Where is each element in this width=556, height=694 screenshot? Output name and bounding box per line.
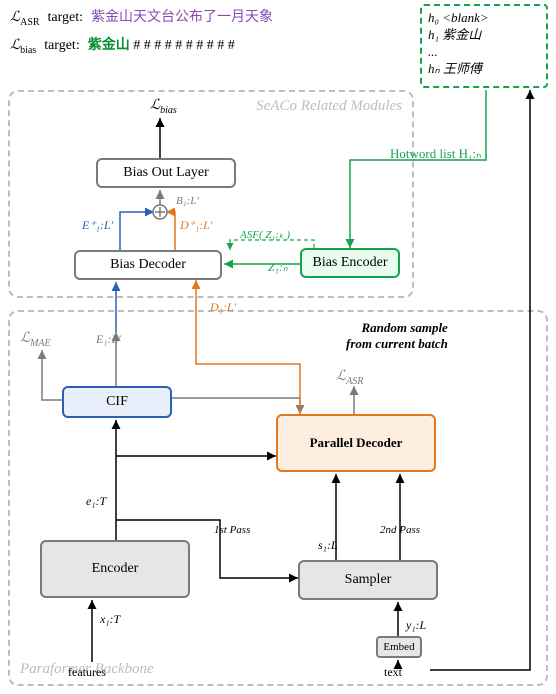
encoder-block: Encoder bbox=[40, 540, 190, 598]
l-asr-label: ℒASR bbox=[336, 368, 363, 387]
hotword-dots: ... bbox=[428, 44, 540, 61]
bias-loss-label: ℒbias bbox=[10, 37, 36, 56]
b1l-edge-label: B₁:L′ bbox=[176, 195, 199, 207]
sampler-block: Sampler bbox=[298, 560, 438, 600]
e1t-edge-label: e₁:T bbox=[86, 494, 106, 509]
parallel-decoder-block: Parallel Decoder bbox=[276, 414, 436, 472]
features-input-label: features bbox=[68, 665, 106, 680]
random-sample-label: Random sample from current batch bbox=[346, 320, 448, 352]
dplus-edge-label: D⁺₁:L′ bbox=[180, 218, 212, 233]
first-pass-label: 1st Pass bbox=[214, 524, 250, 536]
bias-out-layer-block: Bias Out Layer bbox=[96, 158, 236, 188]
cif-block: CIF bbox=[62, 386, 172, 418]
bias-encoder-block: Bias Encoder bbox=[300, 248, 400, 278]
bias-target-row: ℒbias target: 紫金山 # # # # # # # # # # bbox=[10, 34, 273, 56]
e1l-edge-label: E₁:L′ bbox=[96, 332, 121, 347]
second-pass-label: 2nd Pass bbox=[380, 524, 420, 536]
hotword-list-label: Hotword list H₁:ₙ bbox=[390, 146, 481, 162]
z1n-edge-label: Z₁:ₙ bbox=[268, 260, 288, 275]
text-input-label: text bbox=[384, 665, 402, 680]
hotword-list-box: h₀ <blank> h₁ 紫金山 ... hₙ 王师傅 bbox=[420, 4, 548, 88]
bias-target-text: 紫金山 # # # # # # # # # # bbox=[88, 34, 235, 54]
d1l-edge-label: D₁:L′ bbox=[210, 300, 236, 315]
asr-target-text: 紫金山天文台公布了一月天象 bbox=[91, 6, 273, 26]
seaco-region-label: SeACo Related Modules bbox=[256, 98, 402, 115]
eplus-edge-label: E⁺₁:L′ bbox=[82, 218, 113, 233]
asr-target-word: target: bbox=[48, 10, 84, 26]
x1t-edge-label: x₁:T bbox=[100, 612, 120, 627]
hotword-hn: hₙ 王师傅 bbox=[428, 61, 540, 78]
hotword-h0: h₀ <blank> bbox=[428, 10, 540, 27]
asr-target-row: ℒASR target: 紫金山天文台公布了一月天象 bbox=[10, 6, 273, 28]
asf-edge-label: ASF( Z₁:ₖ ) bbox=[240, 228, 290, 241]
targets-section: ℒASR target: 紫金山天文台公布了一月天象 ℒbias target:… bbox=[10, 6, 273, 62]
bias-target-word: target: bbox=[44, 38, 80, 54]
l-bias-label: ℒbias bbox=[150, 97, 177, 116]
hotword-h1: h₁ 紫金山 bbox=[428, 27, 540, 44]
bias-decoder-block: Bias Decoder bbox=[74, 250, 222, 280]
y1l-edge-label: y₁:L bbox=[406, 618, 426, 633]
s1l-edge-label: s₁:L bbox=[318, 538, 338, 553]
asr-loss-label: ℒASR bbox=[10, 9, 40, 28]
l-mae-label: ℒMAE bbox=[20, 330, 51, 349]
embed-block: Embed bbox=[376, 636, 422, 658]
